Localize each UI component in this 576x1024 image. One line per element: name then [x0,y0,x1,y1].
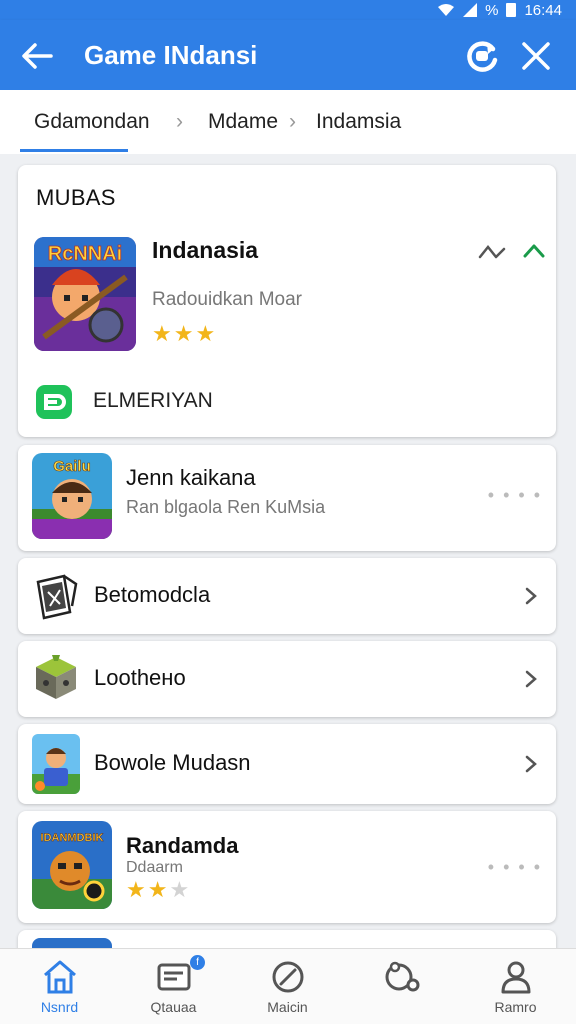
section-title: MUBAS [36,185,116,210]
nav-tab-home[interactable]: Nsnrd [2,949,117,1024]
list-item-title: Jenn kaikana [126,465,256,490]
nav-label: Maicin [267,999,308,1015]
app-bar: Game INdansi [0,20,576,90]
close-icon[interactable] [518,38,554,74]
wifi-icon [438,4,455,16]
game-icon: IDANMDBIK [32,821,112,909]
list-item-title: Randamda [126,833,239,858]
nav-tab-support[interactable] [344,949,459,1024]
active-breadcrumb-indicator [20,149,128,152]
back-arrow-icon[interactable] [18,37,56,75]
featured-game-subtitle: Radouidkan Moar [152,289,302,310]
breadcrumb-item-1[interactable]: Gdamondan [34,110,150,134]
chevron-right-icon [525,587,537,605]
star-filled-icon: ★ [126,877,146,902]
game-icon-text: IDANMDBIK [41,832,104,844]
signal-icon [463,3,478,17]
inbox-icon [157,963,191,991]
battery-icon [506,3,517,17]
featured-game-icon[interactable]: RcNNAi [34,237,136,351]
nav-tab-inbox[interactable]: f Qtauaa [116,949,231,1024]
bottom-navigation: Nsnrd f Qtauaa Maicin Ramro [0,948,576,1024]
star-filled-icon: ★ [173,321,194,346]
nav-label: Qtauaa [150,999,197,1015]
list-item[interactable]: Gailu Jenn kaikana Ran blgaola Ren KuMsi… [18,445,556,551]
game-icon-text: Gailu [53,458,91,475]
nav-label: Nsnrd [40,999,79,1015]
list-item[interactable]: Betomodcla [18,558,556,634]
list-item-subtitle: Ran blgaola Ren KuMsia [126,497,326,517]
list-item-rating: ★ ★ ★ [126,879,189,901]
document-game-icon [36,574,78,620]
star-filled-icon: ★ [152,321,172,346]
collapse-chevron-icon[interactable] [478,241,508,261]
list-item[interactable]: Bowole Mudasn [18,724,556,804]
featured-game-title[interactable]: Indanasia [152,237,258,264]
more-options-icon[interactable]: • • • • [488,485,542,506]
list-item-subtitle: Ddaarm [126,859,183,876]
sync-icon[interactable] [462,36,502,76]
headset-icon [385,961,420,992]
list-item-title: Bowole Mudasn [94,750,251,775]
nav-tab-profile[interactable]: Ramro [458,949,573,1024]
chevron-right-icon [525,670,537,688]
star-empty-icon: ★ [169,877,190,902]
featured-section-card: MUBAS RcNNAi Indanasia Radouidkan Moar ★… [18,165,556,437]
featured-game-icon-text: RcNNAi [48,243,122,265]
home-icon [44,960,76,994]
breadcrumb-separator-icon: › [289,110,296,133]
list-item[interactable]: Loothено [18,641,556,717]
list-item-title: Betomodcla [94,582,211,607]
star-filled-icon: ★ [147,877,168,902]
nav-label: Ramro [494,999,537,1015]
star-filled-icon: ★ [195,321,216,346]
battery-percent: % [485,1,499,19]
badge-label[interactable]: ELMERIYAN [93,389,213,413]
list-item-title: Loothено [94,665,186,690]
breadcrumb-item-2[interactable]: Mdame [208,110,278,134]
clock: 16:44 [524,1,562,19]
more-options-icon[interactable]: • • • • [488,857,542,878]
breadcrumb: Gdamondan › Mdame › Indamsia [0,90,576,154]
expand-up-icon[interactable] [523,241,545,261]
notification-badge: f [190,955,205,970]
cube-game-icon [36,655,76,699]
compass-icon [272,961,304,993]
breadcrumb-separator-icon: › [176,110,183,133]
page-title: Game INdansi [84,40,258,70]
profile-icon [501,961,531,994]
game-icon: Gailu [32,453,112,539]
featured-rating: ★ ★ ★ [152,323,215,345]
status-bar: % 16:44 [0,0,576,20]
list-item[interactable]: IDANMDBIK Randamda Ddaarm ★ ★ ★ • • • • [18,811,556,923]
game-icon [32,734,80,794]
app-badge-icon [36,385,72,419]
chevron-right-icon [525,755,537,773]
breadcrumb-item-3[interactable]: Indamsia [316,110,401,134]
nav-tab-explore[interactable]: Maicin [230,949,345,1024]
status-icons: % 16:44 [437,0,562,20]
